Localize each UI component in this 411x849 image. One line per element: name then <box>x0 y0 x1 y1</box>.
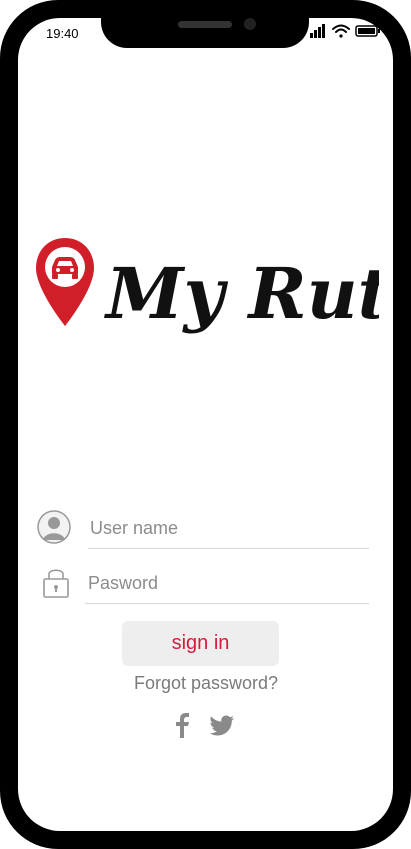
status-time: 19:40 <box>46 26 79 41</box>
username-underline <box>88 548 369 549</box>
brand-name: My Rute <box>104 252 379 335</box>
sign-in-button[interactable]: sign in <box>122 621 279 666</box>
battery-icon <box>355 25 380 37</box>
signal-icon <box>310 24 325 38</box>
map-pin-icon <box>36 238 94 326</box>
speaker <box>178 21 232 28</box>
wifi-icon <box>332 24 350 38</box>
front-camera <box>244 18 256 30</box>
twitter-icon[interactable] <box>210 712 236 738</box>
screen <box>18 18 393 831</box>
password-input[interactable] <box>88 570 365 596</box>
status-icons <box>310 24 380 38</box>
password-underline <box>85 603 369 604</box>
app-logo: My Rute <box>36 238 379 335</box>
user-icon <box>37 510 71 544</box>
lock-icon <box>43 569 69 598</box>
facebook-icon[interactable] <box>171 712 195 738</box>
notch <box>101 14 309 48</box>
forgot-password-link[interactable]: Forgot password? <box>100 673 312 694</box>
username-input[interactable] <box>90 515 365 541</box>
